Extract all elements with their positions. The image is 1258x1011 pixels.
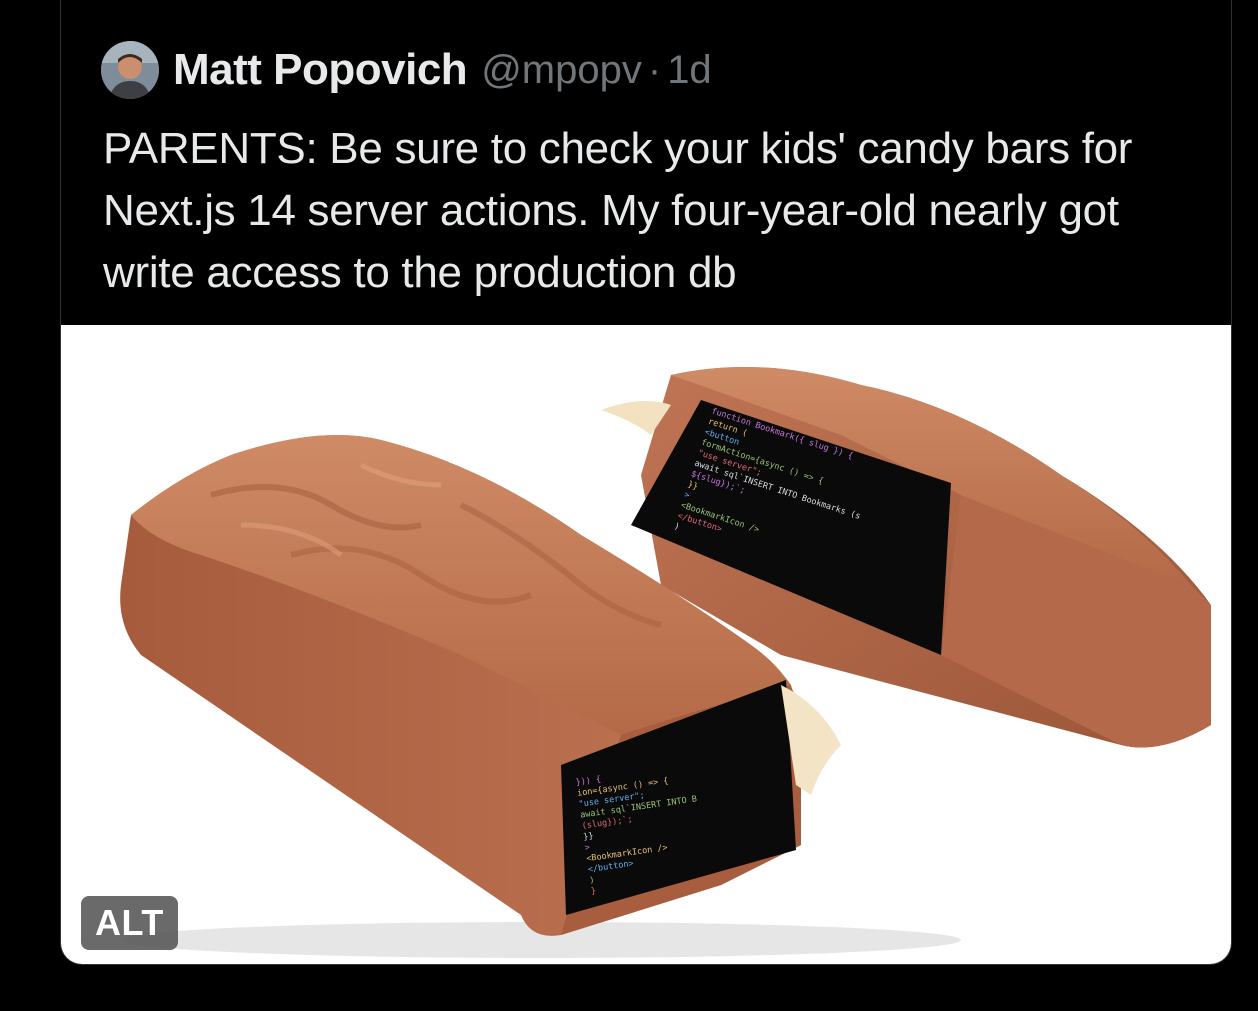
tweet-media[interactable]: function Bookmark({ slug }) { return ( <… — [61, 325, 1231, 964]
tweet-card[interactable]: Matt Popovich @mpopv · 1d PARENTS: Be su… — [60, 0, 1232, 965]
avatar-image — [101, 41, 159, 99]
tweet-header: Matt Popovich @mpopv · 1d — [101, 38, 712, 102]
left-code-line: }} — [583, 831, 595, 842]
separator-dot: · — [647, 47, 662, 92]
tweet-text: PARENTS: Be sure to check your kids' can… — [103, 124, 1133, 297]
timestamp[interactable]: 1d — [667, 48, 712, 93]
author-handle[interactable]: @mpopv — [481, 48, 642, 93]
alt-text-button[interactable]: ALT — [81, 896, 178, 950]
avatar[interactable] — [101, 41, 159, 99]
candy-bar-image: function Bookmark({ slug }) { return ( <… — [120, 367, 1211, 958]
author-name[interactable]: Matt Popovich — [173, 45, 468, 95]
